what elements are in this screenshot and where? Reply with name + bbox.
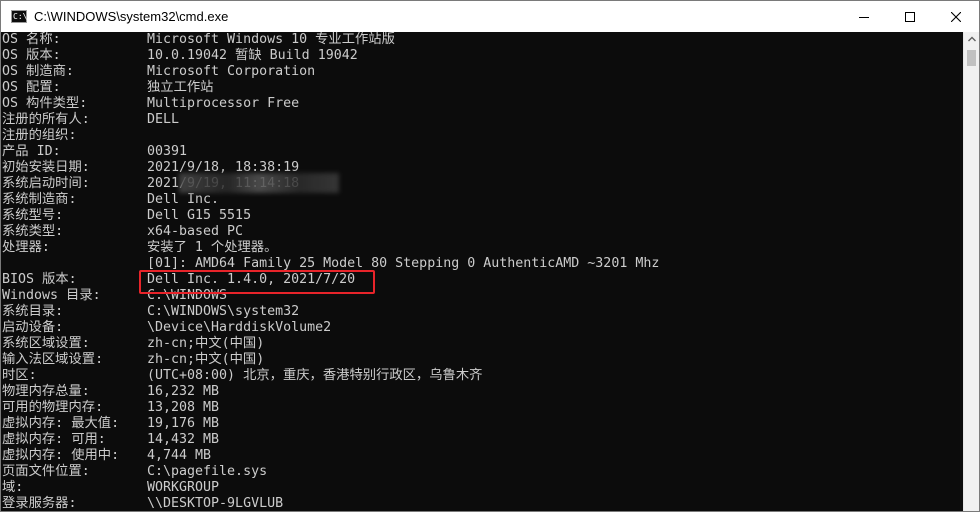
console-line-value: 10.0.19042 暂缺 Build 19042 — [147, 48, 358, 63]
console-line-label: 虚拟内存: 最大值: — [2, 416, 120, 431]
bios-version-highlight-box — [139, 270, 375, 294]
close-icon — [951, 11, 961, 22]
console-line: 系统型号: Dell G15 5515 — [2, 208, 962, 224]
console-line-label: 虚拟内存: 可用: — [2, 432, 106, 447]
window-title: C:\WINDOWS\system32\cmd.exe — [34, 9, 229, 24]
console-line-value: zh-cn;中文(中国) — [147, 352, 265, 367]
console-line: 虚拟内存: 使用中: 4,744 MB — [2, 448, 962, 464]
console-line: 可用的物理内存: 13,208 MB — [2, 400, 962, 416]
console-line-value: 4,744 MB — [147, 448, 212, 463]
console-line-value: 19,176 MB — [147, 416, 220, 431]
cmd-app-icon[interactable]: C:\ — [11, 10, 27, 23]
console-line-label: 系统启动时间: — [2, 176, 90, 191]
console-line-value: 14,432 MB — [147, 432, 220, 447]
console-line-value: WORKGROUP — [147, 480, 220, 495]
console-line-value: C:\WINDOWS\system32 — [147, 304, 300, 319]
console-line: 处理器: 安装了 1 个处理器。 — [2, 240, 962, 256]
console-line-label: 时区: — [2, 368, 37, 383]
console-line: 产品 ID: 00391 — [2, 144, 962, 160]
console-line-value: 00391 — [147, 144, 188, 159]
console-line-value: \\DESKTOP-9LGVLUB — [147, 496, 284, 511]
console-line: 时区: (UTC+08:00) 北京，重庆，香港特别行政区，乌鲁木齐 — [2, 368, 962, 384]
console-line: OS 构件类型: Multiprocessor Free — [2, 96, 962, 112]
console-line: OS 制造商: Microsoft Corporation — [2, 64, 962, 80]
console-line: 物理内存总量: 16,232 MB — [2, 384, 962, 400]
console-line: 系统类型: x64-based PC — [2, 224, 962, 240]
console-line-label: 系统型号: — [2, 208, 64, 223]
console-line: 系统区域设置: zh-cn;中文(中国) — [2, 336, 962, 352]
console-line-label: 注册的所有人: — [2, 112, 90, 127]
title-bar[interactable]: C:\ C:\WINDOWS\system32\cmd.exe — [1, 1, 979, 32]
console-line: 登录服务器: \\DESKTOP-9LGVLUB — [2, 496, 962, 511]
console-line-label: OS 构件类型: — [2, 96, 88, 111]
console-line-label: 产品 ID: — [2, 144, 61, 159]
console-line-label: 物理内存总量: — [2, 384, 90, 399]
console-line: 注册的组织: — [2, 128, 962, 144]
console-line-value: \Device\HarddiskVolume2 — [147, 320, 332, 335]
console-line-label: OS 配置: — [2, 80, 61, 95]
console-line: 虚拟内存: 可用: 14,432 MB — [2, 432, 962, 448]
console-line: 初始安装日期: 2021/9/18, 18:38:19 — [2, 160, 962, 176]
minimize-icon — [859, 16, 869, 18]
minimize-button[interactable] — [841, 1, 887, 32]
console-line-value: Multiprocessor Free — [147, 96, 300, 111]
scrollbar-thumb[interactable] — [967, 50, 976, 66]
console-line: 系统启动时间:2021/9/19, 11:14:18 — [2, 176, 962, 192]
console-line-label: 启动设备: — [2, 320, 64, 335]
scroll-up-arrow-icon[interactable] — [967, 34, 977, 44]
console-line-label: 域: — [2, 480, 24, 495]
console-line-value: 安装了 1 个处理器。 — [147, 240, 278, 255]
console-line-label: 页面文件位置: — [2, 464, 90, 479]
vertical-scrollbar[interactable] — [963, 32, 979, 511]
console-line: 系统制造商: Dell Inc. — [2, 192, 962, 208]
console-line-label: OS 版本: — [2, 48, 61, 63]
console-line-value: 独立工作站 — [147, 80, 214, 95]
console-line-value: Microsoft Windows 10 专业工作站版 — [147, 32, 395, 47]
console-line-label: OS 制造商: — [2, 64, 74, 79]
console-line-label: 可用的物理内存: — [2, 400, 104, 415]
maximize-icon — [905, 11, 915, 22]
console-line-value: C:\pagefile.sys — [147, 464, 268, 479]
console-line: 注册的所有人: DELL — [2, 112, 962, 128]
console-line: OS 配置: 独立工作站 — [2, 80, 962, 96]
console-output[interactable]: OS 名称: Microsoft Windows 10 专业工作站版 OS 版本: 1… — [1, 32, 963, 511]
console-line-label: 登录服务器: — [2, 496, 77, 511]
console-line-label: 输入法区域设置: — [2, 352, 104, 367]
console-line-label: Windows 目录: — [2, 288, 101, 303]
caption-buttons — [841, 1, 979, 32]
console-line-value: DELL — [147, 112, 180, 127]
console-line: OS 版本: 10.0.19042 暂缺 Build 19042 — [2, 48, 962, 64]
console-line-label: BIOS 版本: — [2, 272, 77, 287]
console-line-value: (UTC+08:00) 北京，重庆，香港特别行政区，乌鲁木齐 — [147, 368, 483, 383]
cmd-icon-glyph: C:\ — [13, 11, 28, 21]
console-line: 输入法区域设置: zh-cn;中文(中国) — [2, 352, 962, 368]
console-line: 页面文件位置: C:\pagefile.sys — [2, 464, 962, 480]
console-line: OS 名称: Microsoft Windows 10 专业工作站版 — [2, 32, 962, 48]
console-line-label: 系统目录: — [2, 304, 64, 319]
maximize-button[interactable] — [887, 1, 933, 32]
console-line-value: zh-cn;中文(中国) — [147, 336, 265, 351]
console-line: 启动设备: \Device\HarddiskVolume2 — [2, 320, 962, 336]
console-line-label: 注册的组织: — [2, 128, 77, 143]
console-line-value: x64-based PC — [147, 224, 244, 239]
console-line: 域: WORKGROUP — [2, 480, 962, 496]
redacted-product-id — [179, 173, 339, 193]
console-line-value: Dell G15 5515 — [147, 208, 252, 223]
console-line: 虚拟内存: 最大值: 19,176 MB — [2, 416, 962, 432]
console-line-label: 系统制造商: — [2, 192, 77, 207]
console-line-label: OS 名称: — [2, 32, 61, 47]
close-button[interactable] — [933, 1, 979, 32]
console-line-value: 13,208 MB — [147, 400, 220, 415]
console-line-value: Dell Inc. — [147, 192, 220, 207]
console-line: 系统目录: C:\WINDOWS\system32 — [2, 304, 962, 320]
console-line-label: 虚拟内存: 使用中: — [2, 448, 120, 463]
console-line-label: 系统类型: — [2, 224, 64, 239]
cmd-window: C:\ C:\WINDOWS\system32\cmd.exe OS 名称: Mi… — [0, 0, 980, 512]
console-line-value: Microsoft Corporation — [147, 64, 316, 79]
console-line-label: 初始安装日期: — [2, 160, 90, 175]
console-line-label: 系统区域设置: — [2, 336, 90, 351]
console-line-value: 16,232 MB — [147, 384, 220, 399]
console-line-label: 处理器: — [2, 240, 50, 255]
